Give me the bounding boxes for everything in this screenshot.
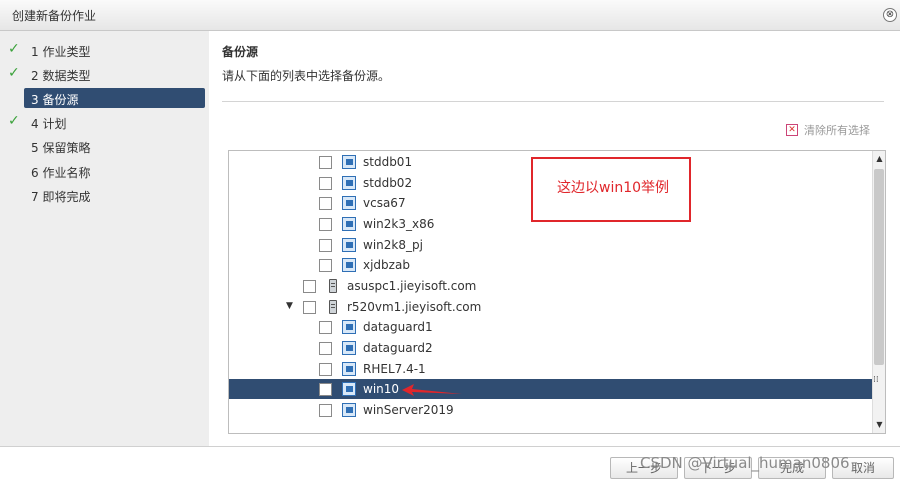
check-icon: ✓	[8, 65, 20, 81]
row-checkbox[interactable]	[319, 404, 332, 417]
tree-row-selected[interactable]: win10	[229, 379, 873, 399]
step-label: 4 计划	[31, 117, 67, 131]
annotation-arrow-icon	[402, 384, 462, 396]
row-label: win10	[363, 382, 400, 396]
tree-row[interactable]: win2k8_pj	[229, 235, 873, 255]
tree-row-host[interactable]: ▼ r520vm1.jieyisoft.com	[229, 297, 873, 317]
close-icon[interactable]: ⊗	[883, 8, 897, 22]
row-label: xjdbzab	[363, 258, 410, 272]
step-backup-source[interactable]: 3 备份源	[24, 88, 205, 108]
row-checkbox[interactable]	[319, 321, 332, 334]
tree-scrollbar[interactable]: ▲ ▼	[872, 151, 885, 433]
vm-icon	[342, 341, 356, 355]
host-icon	[329, 279, 337, 293]
step-label: 6 作业名称	[31, 166, 91, 180]
row-checkbox[interactable]	[319, 177, 332, 190]
step-label: 5 保留策略	[31, 141, 91, 155]
row-label: RHEL7.4-1	[363, 362, 426, 376]
wizard-steps-sidebar: ✓ 1 作业类型 ✓ 2 数据类型 3 备份源 ✓ 4 计划 5 保留策略 6 …	[0, 31, 209, 446]
step-label: 7 即将完成	[31, 190, 91, 204]
clear-all-label: 清除所有选择	[804, 124, 870, 137]
tree-row[interactable]: xjdbzab	[229, 255, 873, 275]
step-schedule[interactable]: ✓ 4 计划	[0, 112, 209, 132]
row-checkbox[interactable]	[319, 197, 332, 210]
annotation-box: 这边以win10举例	[531, 157, 691, 222]
step-job-name[interactable]: 6 作业名称	[0, 161, 209, 181]
step-retention-policy[interactable]: 5 保留策略	[0, 136, 209, 156]
check-icon: ✓	[8, 41, 20, 57]
page-description: 请从下面的列表中选择备份源。	[222, 69, 391, 83]
divider	[222, 101, 884, 102]
row-checkbox[interactable]	[319, 259, 332, 272]
clear-selection-icon: ✕	[786, 124, 798, 136]
row-label: win2k8_pj	[363, 238, 423, 252]
row-checkbox[interactable]	[319, 383, 332, 396]
page-title: 备份源	[222, 45, 259, 59]
row-label: win2k3_x86	[363, 217, 435, 231]
tree-row[interactable]: RHEL7.4-1	[229, 359, 873, 379]
vm-icon	[342, 320, 356, 334]
clear-all-selections-button[interactable]: ✕ 清除所有选择	[786, 122, 870, 138]
step-label: 3 备份源	[31, 93, 79, 107]
step-label: 2 数据类型	[31, 69, 91, 83]
vm-icon	[342, 196, 356, 210]
row-label: stddb01	[363, 155, 413, 169]
vm-icon	[342, 258, 356, 272]
host-icon	[329, 300, 337, 314]
scroll-down-icon[interactable]: ▼	[874, 419, 885, 431]
row-checkbox[interactable]	[319, 218, 332, 231]
step-ready-to-complete[interactable]: 7 即将完成	[0, 185, 209, 205]
vm-icon	[342, 155, 356, 169]
vm-icon	[342, 403, 356, 417]
dialog-title: 创建新备份作业	[12, 8, 97, 23]
vm-icon	[342, 217, 356, 231]
row-label: r520vm1.jieyisoft.com	[347, 300, 482, 314]
vm-icon	[342, 176, 356, 190]
tree-row[interactable]: dataguard2	[229, 338, 873, 358]
row-checkbox[interactable]	[319, 239, 332, 252]
step-label: 1 作业类型	[31, 45, 91, 59]
watermark-text: CSDN @Virtual_human0806	[640, 454, 850, 472]
annotation-text: 这边以win10举例	[557, 180, 670, 196]
row-checkbox[interactable]	[303, 280, 316, 293]
scroll-up-icon[interactable]: ▲	[874, 153, 885, 165]
expand-arrow-icon[interactable]: ▼	[286, 301, 293, 311]
tree-row-host[interactable]: asuspc1.jieyisoft.com	[229, 276, 873, 296]
row-checkbox[interactable]	[319, 342, 332, 355]
row-label: vcsa67	[363, 196, 406, 210]
step-job-type[interactable]: ✓ 1 作业类型	[0, 40, 209, 60]
vm-icon	[342, 238, 356, 252]
step-data-type[interactable]: ✓ 2 数据类型	[0, 64, 209, 84]
check-icon: ✓	[8, 113, 20, 129]
row-label: winServer2019	[363, 403, 454, 417]
row-checkbox[interactable]	[303, 301, 316, 314]
vm-icon	[342, 382, 356, 396]
row-checkbox[interactable]	[319, 156, 332, 169]
tree-row[interactable]: dataguard1	[229, 317, 873, 337]
row-checkbox[interactable]	[319, 363, 332, 376]
row-label: stddb02	[363, 176, 413, 190]
tree-row[interactable]: winServer2019	[229, 400, 873, 420]
resize-grip-icon[interactable]: ⁞⁞	[873, 375, 879, 385]
row-label: asuspc1.jieyisoft.com	[347, 279, 477, 293]
scrollbar-thumb[interactable]	[874, 169, 884, 365]
row-label: dataguard1	[363, 320, 433, 334]
row-label: dataguard2	[363, 341, 433, 355]
vm-icon	[342, 362, 356, 376]
dialog-titlebar: 创建新备份作业 ⊗	[0, 0, 900, 31]
